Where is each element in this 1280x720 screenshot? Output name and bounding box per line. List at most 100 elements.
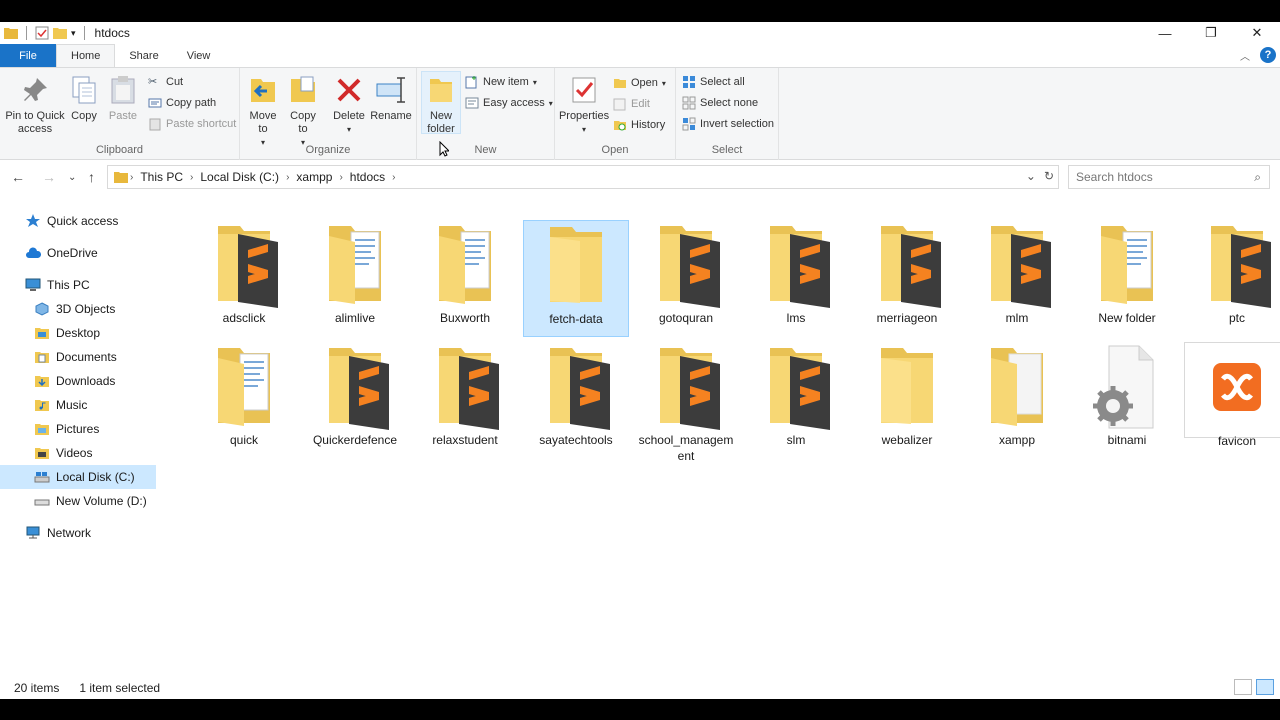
copy-to-button[interactable]: Copy to ▾	[286, 74, 320, 149]
select-none-button[interactable]: Select none	[682, 93, 758, 113]
new-item-button[interactable]: New item ▾	[465, 72, 537, 92]
tab-view[interactable]: View	[173, 44, 225, 67]
file-item[interactable]: relaxstudent	[412, 342, 518, 448]
easy-access-button[interactable]: Easy access ▾	[465, 93, 553, 113]
sidebar-item-videos[interactable]: Videos	[0, 441, 156, 465]
minimize-button[interactable]: —	[1142, 22, 1188, 44]
collapse-ribbon-icon[interactable]: ︿	[1240, 48, 1250, 63]
sidebar-item-pictures[interactable]: Pictures	[0, 417, 156, 441]
sublime-folder-icon	[417, 342, 513, 432]
sidebar-item-onedrive[interactable]: OneDrive	[0, 241, 156, 265]
restore-button[interactable]: ❐	[1188, 22, 1234, 44]
new-folder-button[interactable]: New folder	[423, 74, 459, 136]
breadcrumb-this-pc[interactable]: This PC	[140, 170, 183, 184]
file-item-label: slm	[786, 433, 806, 447]
item-count: 20 items	[14, 681, 60, 695]
large-icons-view-button[interactable]	[1256, 679, 1274, 695]
cut-button[interactable]: ✂ Cut	[148, 72, 183, 92]
sidebar-item-new-volume[interactable]: New Volume (D:)	[0, 489, 156, 513]
file-item[interactable]: alimlive	[302, 220, 408, 326]
paste-button[interactable]: Paste	[106, 74, 140, 123]
file-item[interactable]: Buxworth	[412, 220, 518, 326]
file-item-label: fetch-data	[549, 312, 603, 326]
copy-button[interactable]: Copy	[68, 74, 100, 123]
close-button[interactable]: ✕	[1234, 22, 1280, 44]
file-item[interactable]: bitnami	[1074, 342, 1180, 448]
new-folder-icon[interactable]	[53, 27, 67, 39]
up-button[interactable]: ↑	[88, 169, 95, 185]
file-item[interactable]: school_management	[633, 342, 739, 464]
sidebar-item-quick-access[interactable]: Quick access	[0, 209, 156, 233]
rename-button[interactable]: Rename	[370, 74, 412, 123]
navigation-pane: Quick access OneDrive This PC 3D Objects…	[0, 209, 156, 545]
file-item[interactable]: favicon	[1184, 342, 1280, 448]
history-button[interactable]: History	[613, 115, 665, 135]
sidebar-item-3d-objects[interactable]: 3D Objects	[0, 297, 156, 321]
breadcrumb-xampp[interactable]: xampp	[296, 170, 332, 184]
forward-button[interactable]: →	[42, 169, 56, 185]
organize-group-label: Organize	[305, 144, 351, 156]
file-item[interactable]: mlm	[964, 220, 1070, 326]
file-item[interactable]: lms	[743, 220, 849, 326]
computer-icon	[25, 278, 41, 291]
file-item[interactable]: Quickerdefence	[302, 342, 408, 448]
star-icon	[26, 214, 40, 227]
copy-path-button[interactable]: Copy path	[148, 93, 216, 113]
file-item[interactable]: slm	[743, 342, 849, 448]
edit-button[interactable]: Edit	[613, 94, 650, 114]
file-item[interactable]: merriageon	[854, 220, 960, 326]
pin-to-quick-access-button[interactable]: Pin to Quick access	[4, 74, 66, 136]
file-item[interactable]: adsclick	[191, 220, 297, 326]
file-item[interactable]: gotoquran	[633, 220, 739, 326]
properties-icon[interactable]	[35, 26, 49, 40]
search-box[interactable]: Search htdocs ⌕	[1068, 165, 1270, 189]
new-folder-label: New folder	[427, 110, 455, 135]
sidebar-item-music[interactable]: Music	[0, 393, 156, 417]
search-placeholder: Search htdocs	[1076, 170, 1153, 184]
help-icon[interactable]: ?	[1260, 47, 1276, 63]
file-item[interactable]: webalizer	[854, 342, 960, 448]
refresh-icon[interactable]: ↻	[1044, 169, 1054, 183]
file-item-label: school_management	[638, 433, 734, 463]
file-item[interactable]: fetch-data	[523, 220, 629, 337]
address-bar[interactable]: › This PC › Local Disk (C:) › xampp › ht…	[107, 165, 1059, 189]
sidebar-item-this-pc[interactable]: This PC	[0, 273, 156, 297]
chevron-down-icon[interactable]: ▾	[71, 28, 76, 39]
recent-locations-button[interactable]: ⌄	[68, 172, 76, 183]
back-button[interactable]: ←	[11, 169, 25, 185]
network-icon	[26, 526, 40, 539]
tab-home[interactable]: Home	[56, 44, 116, 67]
invert-selection-button[interactable]: Invert selection	[682, 114, 774, 134]
tab-share[interactable]: Share	[115, 44, 172, 67]
breadcrumb-htdocs[interactable]: htdocs	[350, 170, 385, 184]
history-label: History	[631, 119, 666, 131]
ribbon: Pin to Quick access Copy Paste ✂ Cut Cop…	[0, 67, 1280, 160]
chevron-down-icon: ▾	[548, 98, 553, 108]
file-item[interactable]: New folder	[1074, 220, 1180, 326]
sidebar-item-documents[interactable]: Documents	[0, 345, 156, 369]
file-item[interactable]: quick	[191, 342, 297, 448]
tab-file[interactable]: File	[0, 44, 56, 67]
file-item[interactable]: sayatechtools	[523, 342, 629, 448]
file-item[interactable]: xampp	[964, 342, 1070, 448]
file-item[interactable]: ptc	[1184, 220, 1280, 326]
sublime-folder-icon	[748, 220, 844, 310]
chevron-down-icon[interactable]: ⌄	[1026, 169, 1036, 183]
breadcrumb-local-disk[interactable]: Local Disk (C:)	[200, 170, 279, 184]
delete-button[interactable]: Delete ▾	[332, 74, 366, 136]
divider	[26, 26, 27, 40]
paste-shortcut-button[interactable]: Paste shortcut	[148, 114, 236, 134]
properties-button[interactable]: Properties ▾	[559, 74, 609, 136]
move-to-button[interactable]: Move to ▾	[246, 74, 280, 149]
sidebar-item-network[interactable]: Network	[0, 521, 156, 545]
scissors-icon: ✂	[148, 76, 158, 88]
docs-folder-icon	[307, 220, 403, 310]
open-button[interactable]: Open ▾	[613, 73, 666, 93]
delete-icon	[337, 78, 361, 102]
select-all-button[interactable]: Select all	[682, 72, 745, 92]
sidebar-item-local-disk[interactable]: Local Disk (C:)	[0, 465, 156, 489]
details-view-button[interactable]	[1234, 679, 1252, 695]
sidebar-item-desktop[interactable]: Desktop	[0, 321, 156, 345]
invert-selection-icon	[682, 117, 696, 131]
sidebar-item-downloads[interactable]: Downloads	[0, 369, 156, 393]
